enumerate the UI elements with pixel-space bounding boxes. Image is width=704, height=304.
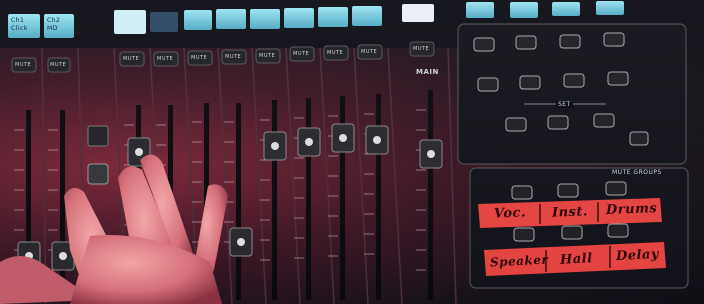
main-screen xyxy=(402,4,434,22)
tape-label-hall: Hall xyxy=(559,251,593,268)
screen-1-line1: Ch1 xyxy=(11,17,25,24)
mute-label-1: MUTE xyxy=(15,62,32,68)
channel-screen-3 xyxy=(114,10,146,34)
tape-label-delay: Delay xyxy=(615,246,660,265)
mute-groups-label: MUTE GROUPS xyxy=(612,169,662,176)
channel-screen-6 xyxy=(216,9,246,29)
channel-screen-9 xyxy=(318,7,348,27)
mute-groups-panel xyxy=(469,167,689,289)
mute-label-8: MUTE xyxy=(293,51,310,57)
fader-scales xyxy=(14,109,426,271)
channel-screen-4 xyxy=(150,12,178,32)
bank-panel xyxy=(457,23,687,165)
tape-label-vocals: Voc. xyxy=(493,205,527,222)
mute-label-3: MUTE xyxy=(123,56,140,62)
bank-buttons xyxy=(473,32,649,146)
mute-label-10: MUTE xyxy=(361,49,378,55)
bank-screen-4 xyxy=(596,1,624,15)
mute-label-7: MUTE xyxy=(259,53,276,59)
screen-1-text: Ch1 Click xyxy=(11,17,28,33)
light-wash xyxy=(0,0,704,304)
strip-dividers xyxy=(41,47,457,304)
mute-label-2: MUTE xyxy=(50,62,67,68)
channel-screen-7 xyxy=(250,9,280,29)
tape-label-speaker: Speaker xyxy=(489,252,549,270)
mixer-photo: Ch1 Click Ch2 MD MUTE MUTE MUTE MUTE MUT… xyxy=(0,0,704,304)
top-strip xyxy=(0,0,704,48)
set-label: SET xyxy=(556,101,573,108)
screen-2-text: Ch2 MD xyxy=(47,17,60,33)
mute-label-9: MUTE xyxy=(327,50,344,56)
tape-label-drums: Drums xyxy=(605,201,658,218)
fader-tracks xyxy=(26,90,433,300)
screen-2-line1: Ch2 xyxy=(47,17,61,24)
mute-label-main: MUTE xyxy=(413,46,430,52)
screen-2-line2: MD xyxy=(47,25,58,32)
main-label: MAIN xyxy=(416,68,439,76)
fader-caps xyxy=(17,123,443,271)
channel-screen-8 xyxy=(284,8,314,28)
tape-label-instruments: Inst. xyxy=(551,204,589,221)
mute-label-4: MUTE xyxy=(157,56,174,62)
mute-buttons xyxy=(11,41,435,73)
mute-label-5: MUTE xyxy=(191,55,208,61)
mute-label-6: MUTE xyxy=(225,54,242,60)
channel-screen-5 xyxy=(184,10,212,30)
bank-screen-2 xyxy=(510,2,538,18)
channel-screen-10 xyxy=(352,6,382,26)
hand xyxy=(0,154,228,304)
screen-1-line2: Click xyxy=(11,25,28,32)
mixer-console xyxy=(0,0,704,304)
bank-screen-1 xyxy=(466,2,494,18)
bank-screen-3 xyxy=(552,2,580,16)
